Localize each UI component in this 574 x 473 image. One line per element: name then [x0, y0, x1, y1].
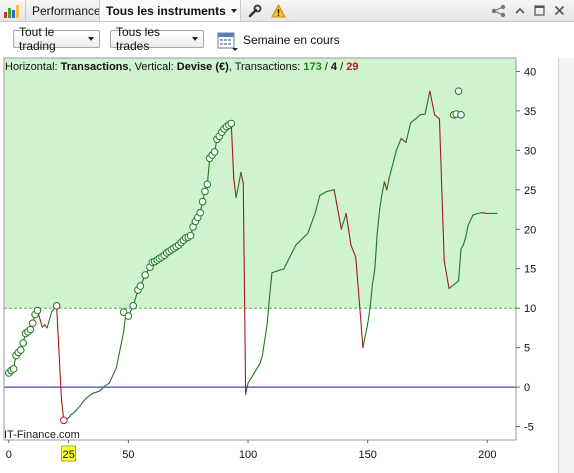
trade-marker	[454, 87, 463, 95]
y-tick-label: 30	[524, 145, 536, 157]
equity-line-segment	[477, 212, 484, 215]
y-tick-label: 5	[524, 343, 530, 355]
equity-line-segment	[419, 113, 426, 116]
y-tick-label: 35	[524, 106, 536, 118]
x-tick-label: 0	[6, 449, 12, 461]
y-tick-label: 10	[524, 303, 536, 315]
y-tick-label: 40	[524, 66, 536, 78]
right-side-panel	[558, 58, 574, 473]
trade-marker	[141, 271, 149, 279]
trade-marker	[9, 365, 18, 373]
count-separator: /	[337, 61, 347, 73]
trade-marker	[227, 119, 236, 128]
trade-marker	[198, 197, 207, 206]
horizontal-prefix: Horizontal:	[5, 61, 61, 73]
y-tick-label: 0	[524, 382, 530, 394]
profit-zone	[4, 58, 516, 309]
chart-info-line: Horizontal: Transactions, Vertical: Devi…	[5, 61, 358, 73]
y-tick-label: -5	[524, 422, 534, 434]
trade-marker	[136, 282, 145, 290]
trade-marker	[186, 231, 195, 240]
trade-marker	[28, 319, 37, 327]
y-tick-label: 25	[524, 185, 536, 197]
trade-marker	[19, 339, 27, 347]
vertical-prefix: , Vertical:	[128, 61, 177, 73]
equity-line-segment	[481, 212, 488, 215]
y-tick-label: 15	[524, 264, 536, 276]
trade-marker	[129, 302, 137, 310]
winning-transactions-count: 173	[303, 61, 322, 73]
x-tick-label: 100	[239, 449, 257, 461]
trade-marker	[52, 302, 61, 310]
trade-marker	[196, 208, 204, 217]
trade-marker	[210, 148, 219, 156]
x-tick-label: 50	[122, 449, 134, 461]
vertical-axis-value: Devise (€)	[176, 61, 229, 73]
trade-marker	[203, 180, 212, 189]
trade-marker	[457, 111, 465, 119]
y-tick-label: 20	[524, 224, 536, 236]
x-tick-label: 25	[62, 449, 74, 461]
trade-marker	[26, 325, 35, 334]
losing-transactions-count: 29	[346, 61, 359, 73]
transactions-prefix: , Transactions:	[228, 61, 304, 73]
trade-marker	[60, 416, 68, 425]
trade-marker	[33, 306, 42, 315]
trade-marker	[124, 312, 133, 320]
x-tick-label: 200	[478, 449, 496, 461]
trade-marker	[16, 346, 25, 354]
trade-marker	[201, 187, 209, 196]
count-separator: /	[321, 61, 331, 73]
x-tick-label: 150	[358, 449, 376, 461]
brand-watermark: IT-Finance.com	[4, 429, 80, 441]
horizontal-axis-value: Transactions	[60, 61, 129, 73]
